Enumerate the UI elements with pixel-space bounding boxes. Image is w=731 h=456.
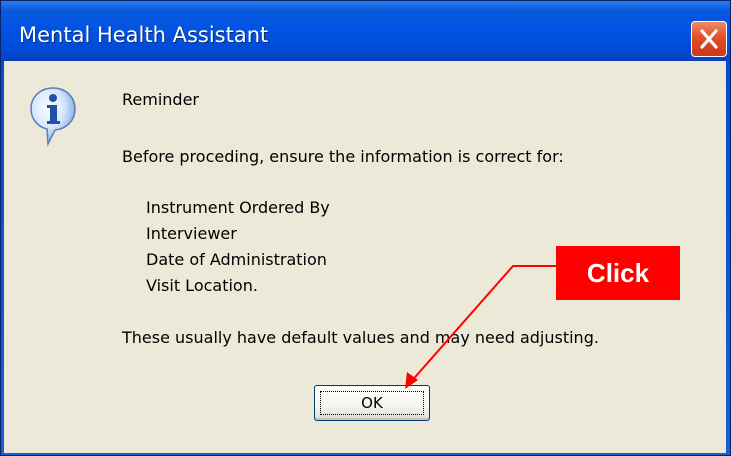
close-button[interactable] [691, 21, 727, 57]
window-title: Mental Health Assistant [19, 23, 269, 47]
click-callout: Click [556, 246, 680, 300]
information-icon [30, 87, 76, 147]
title-bar[interactable]: Mental Health Assistant [1, 1, 730, 61]
ok-button[interactable]: OK [314, 385, 430, 421]
list-item: Interviewer [146, 224, 237, 243]
list-item: Instrument Ordered By [146, 198, 330, 217]
close-icon [700, 29, 718, 49]
reminder-heading: Reminder [122, 90, 199, 109]
note-text: These usually have default values and ma… [122, 328, 599, 347]
ok-button-label: OK [361, 394, 383, 412]
list-item: Visit Location. [146, 276, 258, 295]
list-item: Date of Administration [146, 250, 327, 269]
intro-text: Before proceding, ensure the information… [122, 147, 564, 166]
